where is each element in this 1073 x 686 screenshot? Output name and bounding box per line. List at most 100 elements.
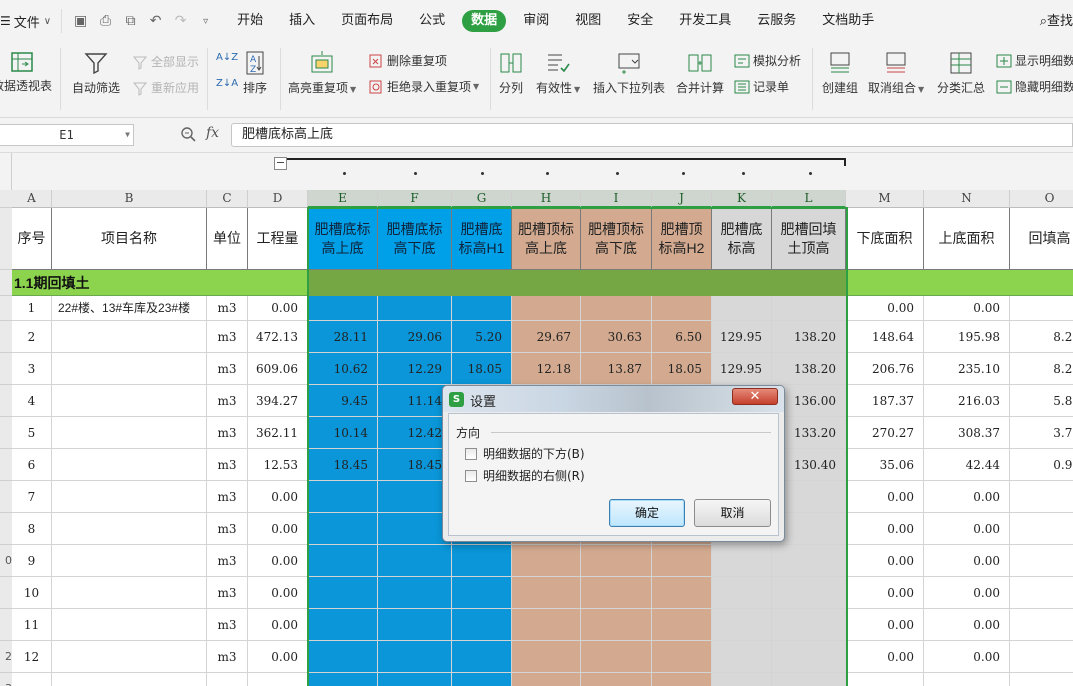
- tab-3[interactable]: 公式: [410, 10, 454, 32]
- table-cell[interactable]: 8.25: [1010, 321, 1073, 353]
- tab-1[interactable]: 插入: [280, 10, 324, 32]
- table-cell[interactable]: 0.00: [846, 513, 924, 545]
- customize-icon[interactable]: ▿: [193, 16, 218, 27]
- header-cell[interactable]: 单位: [207, 208, 248, 270]
- create-group-button[interactable]: 创建组: [822, 50, 858, 96]
- table-cell[interactable]: 138.20: [772, 321, 846, 353]
- table-cell[interactable]: [52, 577, 207, 609]
- table-cell[interactable]: [12, 673, 52, 686]
- table-cell[interactable]: 0.00: [846, 481, 924, 513]
- row-header[interactable]: [0, 270, 12, 296]
- table-cell[interactable]: [512, 673, 581, 686]
- reapply-button[interactable]: 重新应用: [132, 79, 199, 96]
- table-cell[interactable]: [378, 481, 452, 513]
- table-cell[interactable]: m3: [207, 641, 248, 673]
- row-header[interactable]: [0, 385, 12, 417]
- table-cell[interactable]: [512, 296, 581, 321]
- table-cell[interactable]: [52, 321, 207, 353]
- row-header[interactable]: [0, 449, 12, 481]
- table-cell[interactable]: 8.25: [1010, 353, 1073, 385]
- table-cell[interactable]: [712, 641, 772, 673]
- ungroup-button[interactable]: 取消组合 ▼: [868, 50, 924, 96]
- table-cell[interactable]: [452, 609, 512, 641]
- table-cell[interactable]: [452, 641, 512, 673]
- name-box[interactable]: E1 ▼: [0, 124, 134, 146]
- table-cell[interactable]: [772, 577, 846, 609]
- table-cell[interactable]: m3: [207, 296, 248, 321]
- table-cell[interactable]: [207, 673, 248, 686]
- table-cell[interactable]: [308, 641, 378, 673]
- header-cell[interactable]: 项目名称: [52, 208, 207, 270]
- row-header[interactable]: [0, 296, 12, 321]
- table-cell[interactable]: [581, 609, 652, 641]
- table-cell[interactable]: 0.00: [846, 609, 924, 641]
- column-header-c[interactable]: C: [207, 190, 248, 208]
- table-cell[interactable]: [1010, 673, 1073, 686]
- table-cell[interactable]: [712, 296, 772, 321]
- column-header-f[interactable]: F: [378, 190, 452, 208]
- table-cell[interactable]: [772, 609, 846, 641]
- table-cell[interactable]: 0: [1010, 577, 1073, 609]
- table-cell[interactable]: [248, 673, 308, 686]
- table-cell[interactable]: 195.98: [924, 321, 1010, 353]
- column-header-g[interactable]: G: [452, 190, 512, 208]
- table-cell[interactable]: [378, 673, 452, 686]
- header-cell[interactable]: 肥槽顶标高下底: [581, 208, 652, 270]
- table-cell[interactable]: 0: [1010, 296, 1073, 321]
- table-cell[interactable]: 0.00: [248, 577, 308, 609]
- table-cell[interactable]: 0.00: [248, 296, 308, 321]
- sort-descending-icon[interactable]: Z↓A: [216, 78, 238, 89]
- header-cell[interactable]: 肥槽底标高: [712, 208, 772, 270]
- column-header-a[interactable]: A: [12, 190, 52, 208]
- table-cell[interactable]: [652, 296, 712, 321]
- table-cell[interactable]: [581, 641, 652, 673]
- table-cell[interactable]: 4: [12, 385, 52, 417]
- table-cell[interactable]: [772, 545, 846, 577]
- pivot-table-button[interactable]: 数据透视表: [0, 50, 52, 94]
- table-cell[interactable]: 0.00: [846, 641, 924, 673]
- row-header[interactable]: [0, 513, 12, 545]
- table-cell[interactable]: 7: [12, 481, 52, 513]
- table-cell[interactable]: [652, 609, 712, 641]
- table-cell[interactable]: 362.11: [248, 417, 308, 449]
- table-cell[interactable]: 0.95: [1010, 449, 1073, 481]
- table-cell[interactable]: [452, 296, 512, 321]
- reject-duplicates-button[interactable]: 拒绝录入重复项 ▼: [368, 78, 479, 95]
- table-cell[interactable]: [452, 577, 512, 609]
- table-cell[interactable]: 3: [12, 353, 52, 385]
- header-cell[interactable]: 下底面积: [846, 208, 924, 270]
- table-cell[interactable]: 0.00: [924, 481, 1010, 513]
- table-cell[interactable]: [512, 577, 581, 609]
- table-cell[interactable]: 308.37: [924, 417, 1010, 449]
- table-cell[interactable]: 12.53: [248, 449, 308, 481]
- dialog-title-bar[interactable]: S 设置 ✕: [443, 386, 784, 412]
- header-cell[interactable]: 肥槽顶标高H2: [652, 208, 712, 270]
- table-cell[interactable]: 216.03: [924, 385, 1010, 417]
- table-cell[interactable]: 5: [12, 417, 52, 449]
- table-cell[interactable]: [52, 641, 207, 673]
- table-cell[interactable]: 235.10: [924, 353, 1010, 385]
- table-cell[interactable]: 0.00: [248, 609, 308, 641]
- function-icon[interactable]: fx: [206, 125, 219, 141]
- table-cell[interactable]: [308, 513, 378, 545]
- table-cell[interactable]: 29.67: [512, 321, 581, 353]
- table-cell[interactable]: [772, 296, 846, 321]
- column-header-d[interactable]: D: [248, 190, 308, 208]
- tab-6[interactable]: 视图: [566, 10, 610, 32]
- table-cell[interactable]: 0.00: [924, 545, 1010, 577]
- table-cell[interactable]: 0.00: [924, 577, 1010, 609]
- header-cell[interactable]: 肥槽回填土顶高: [772, 208, 846, 270]
- table-cell[interactable]: 18.45: [308, 449, 378, 481]
- table-cell[interactable]: [308, 545, 378, 577]
- tab-9[interactable]: 云服务: [748, 10, 805, 32]
- table-cell[interactable]: [512, 641, 581, 673]
- table-cell[interactable]: [452, 545, 512, 577]
- ok-button[interactable]: 确定: [609, 499, 685, 527]
- table-cell[interactable]: 10: [12, 577, 52, 609]
- table-cell[interactable]: m3: [207, 449, 248, 481]
- zoom-formula-icon[interactable]: [180, 126, 196, 142]
- table-cell[interactable]: [712, 545, 772, 577]
- table-cell[interactable]: 0: [1010, 641, 1073, 673]
- table-cell[interactable]: [52, 513, 207, 545]
- table-cell[interactable]: [512, 609, 581, 641]
